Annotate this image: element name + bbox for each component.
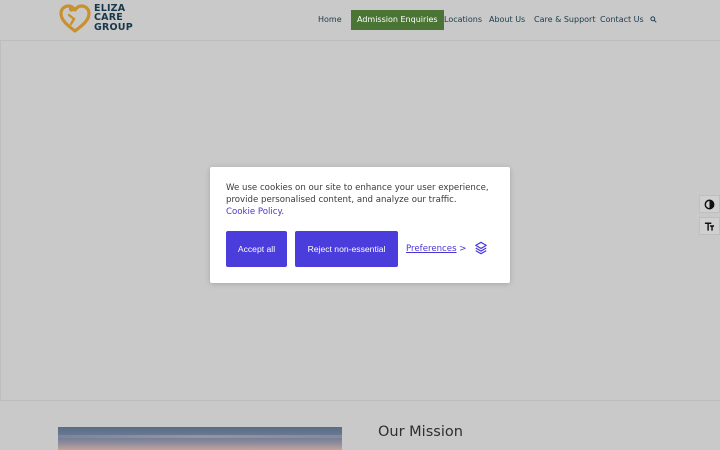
hero-bottom-divider bbox=[0, 400, 720, 401]
header-divider bbox=[0, 40, 720, 41]
cookie-consent-dialog: We use cookies on our site to enhance yo… bbox=[210, 167, 510, 283]
cookie-policy-link[interactable]: Cookie Policy. bbox=[226, 207, 284, 217]
cookie-message: We use cookies on our site to enhance yo… bbox=[226, 182, 496, 219]
contrast-toggle-button[interactable] bbox=[699, 195, 720, 213]
contrast-icon bbox=[704, 199, 715, 209]
photo-cloud-streak bbox=[58, 435, 342, 438]
hero-border bbox=[0, 40, 1, 400]
preferences-label: Preferences bbox=[406, 244, 457, 254]
search-icon[interactable] bbox=[650, 16, 657, 23]
nav-contact-us[interactable]: Contact Us bbox=[600, 10, 644, 30]
preferences-link[interactable]: Preferences > bbox=[406, 244, 466, 254]
preferences-arrow: > bbox=[459, 244, 467, 254]
mission-photo bbox=[58, 427, 342, 450]
cookie-message-text: We use cookies on our site to enhance yo… bbox=[226, 183, 489, 206]
nav-about-us[interactable]: About Us bbox=[489, 10, 525, 30]
accept-all-button[interactable]: Accept all bbox=[226, 231, 287, 267]
cookie-provider-icon bbox=[475, 241, 487, 255]
nav-admission-enquiries[interactable]: Admission Enquiries bbox=[351, 10, 444, 30]
site-header: ELIZA CARE GROUP Home Admission Enquirie… bbox=[0, 0, 720, 40]
reject-non-essential-button[interactable]: Reject non-essential bbox=[295, 231, 398, 267]
mission-heading: Our Mission bbox=[378, 424, 463, 440]
text-size-icon bbox=[704, 222, 715, 231]
text-size-toggle-button[interactable] bbox=[699, 217, 720, 235]
main-navigation: Home Admission Enquiries Locations About… bbox=[0, 10, 720, 30]
nav-care-support[interactable]: Care & Support bbox=[534, 10, 595, 30]
nav-locations[interactable]: Locations bbox=[444, 10, 482, 30]
nav-home[interactable]: Home bbox=[318, 10, 342, 30]
